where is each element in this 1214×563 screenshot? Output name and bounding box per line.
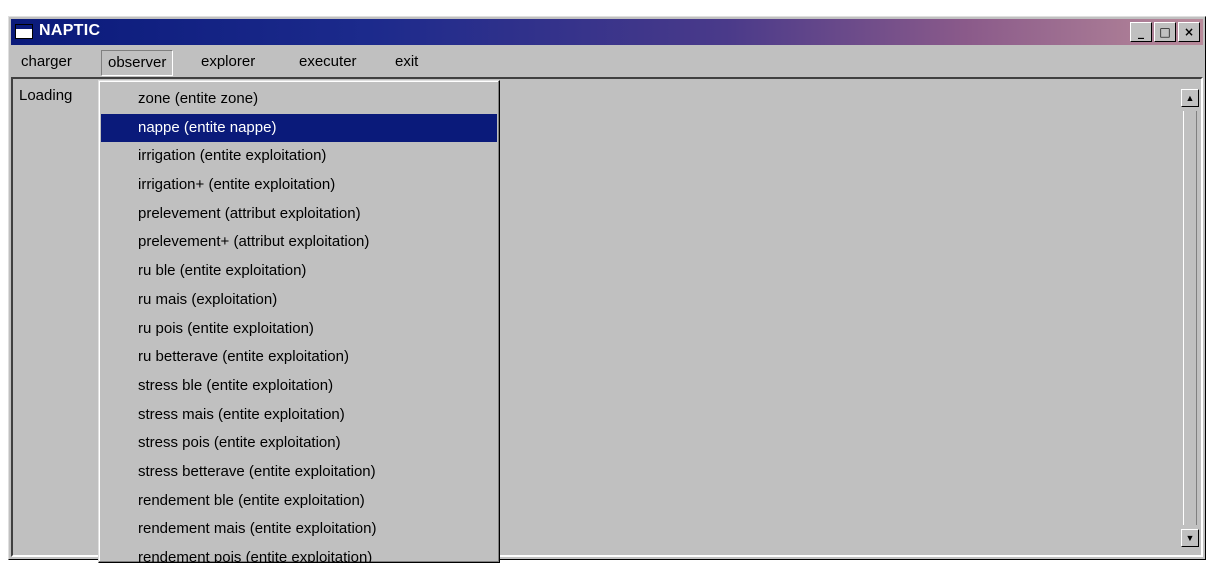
menu-bar: charger observer explorer executer exit (11, 47, 1203, 76)
scroll-down-button[interactable]: ▼ (1181, 529, 1199, 547)
menu-item-prelevement-plus[interactable]: prelevement+ (attribut exploitation) (101, 228, 497, 257)
arrow-down-icon: ▼ (1185, 533, 1195, 543)
menu-executer[interactable]: executer (293, 51, 363, 73)
menu-item-rendement-ble[interactable]: rendement ble (entite exploitation) (101, 487, 497, 516)
dropdown-list: zone (entite zone) nappe (entite nappe) … (101, 85, 497, 562)
menu-item-ru-betterave[interactable]: ru betterave (entite exploitation) (101, 343, 497, 372)
menu-exit[interactable]: exit (389, 51, 424, 73)
menu-item-ru-ble[interactable]: ru ble (entite exploitation) (101, 257, 497, 286)
menu-item-stress-pois[interactable]: stress pois (entite exploitation) (101, 429, 497, 458)
close-button[interactable]: × (1178, 22, 1200, 42)
menu-item-nappe[interactable]: nappe (entite nappe) (101, 113, 497, 143)
menu-item-ru-pois[interactable]: ru pois (entite exploitation) (101, 315, 497, 344)
observer-dropdown-menu: zone (entite zone) nappe (entite nappe) … (98, 80, 500, 563)
menu-item-stress-betterave[interactable]: stress betterave (entite exploitation) (101, 458, 497, 487)
menu-item-rendement-pois[interactable]: rendement pois (entite exploitation) (101, 544, 497, 562)
menu-item-irrigation[interactable]: irrigation (entite exploitation) (101, 142, 497, 171)
loading-text: Loading (19, 87, 73, 104)
menu-observer[interactable]: observer (101, 50, 174, 76)
menu-item-prelevement[interactable]: prelevement (attribut exploitation) (101, 200, 497, 229)
menu-item-zone[interactable]: zone (entite zone) (101, 85, 497, 114)
vertical-scrollbar[interactable]: ▲ ▼ (1181, 81, 1199, 553)
menu-item-rendement-mais[interactable]: rendement mais (entite exploitation) (101, 515, 497, 544)
arrow-up-icon: ▲ (1185, 93, 1195, 103)
menu-item-ru-mais[interactable]: ru mais (exploitation) (101, 286, 497, 315)
menu-item-irrigation-plus[interactable]: irrigation+ (entite exploitation) (101, 171, 497, 200)
menu-item-stress-ble[interactable]: stress ble (entite exploitation) (101, 372, 497, 401)
window-title: NAPTIC (39, 22, 101, 39)
maximize-button[interactable]: □ (1154, 22, 1176, 42)
window-icon[interactable] (15, 24, 33, 39)
minimize-button[interactable]: _ (1130, 22, 1152, 42)
title-bar[interactable]: NAPTIC _ □ × (11, 19, 1203, 45)
menu-charger[interactable]: charger (15, 51, 78, 73)
scroll-track[interactable] (1183, 111, 1197, 525)
scroll-up-button[interactable]: ▲ (1181, 89, 1199, 107)
menu-item-stress-mais[interactable]: stress mais (entite exploitation) (101, 401, 497, 430)
menu-explorer[interactable]: explorer (195, 51, 261, 73)
